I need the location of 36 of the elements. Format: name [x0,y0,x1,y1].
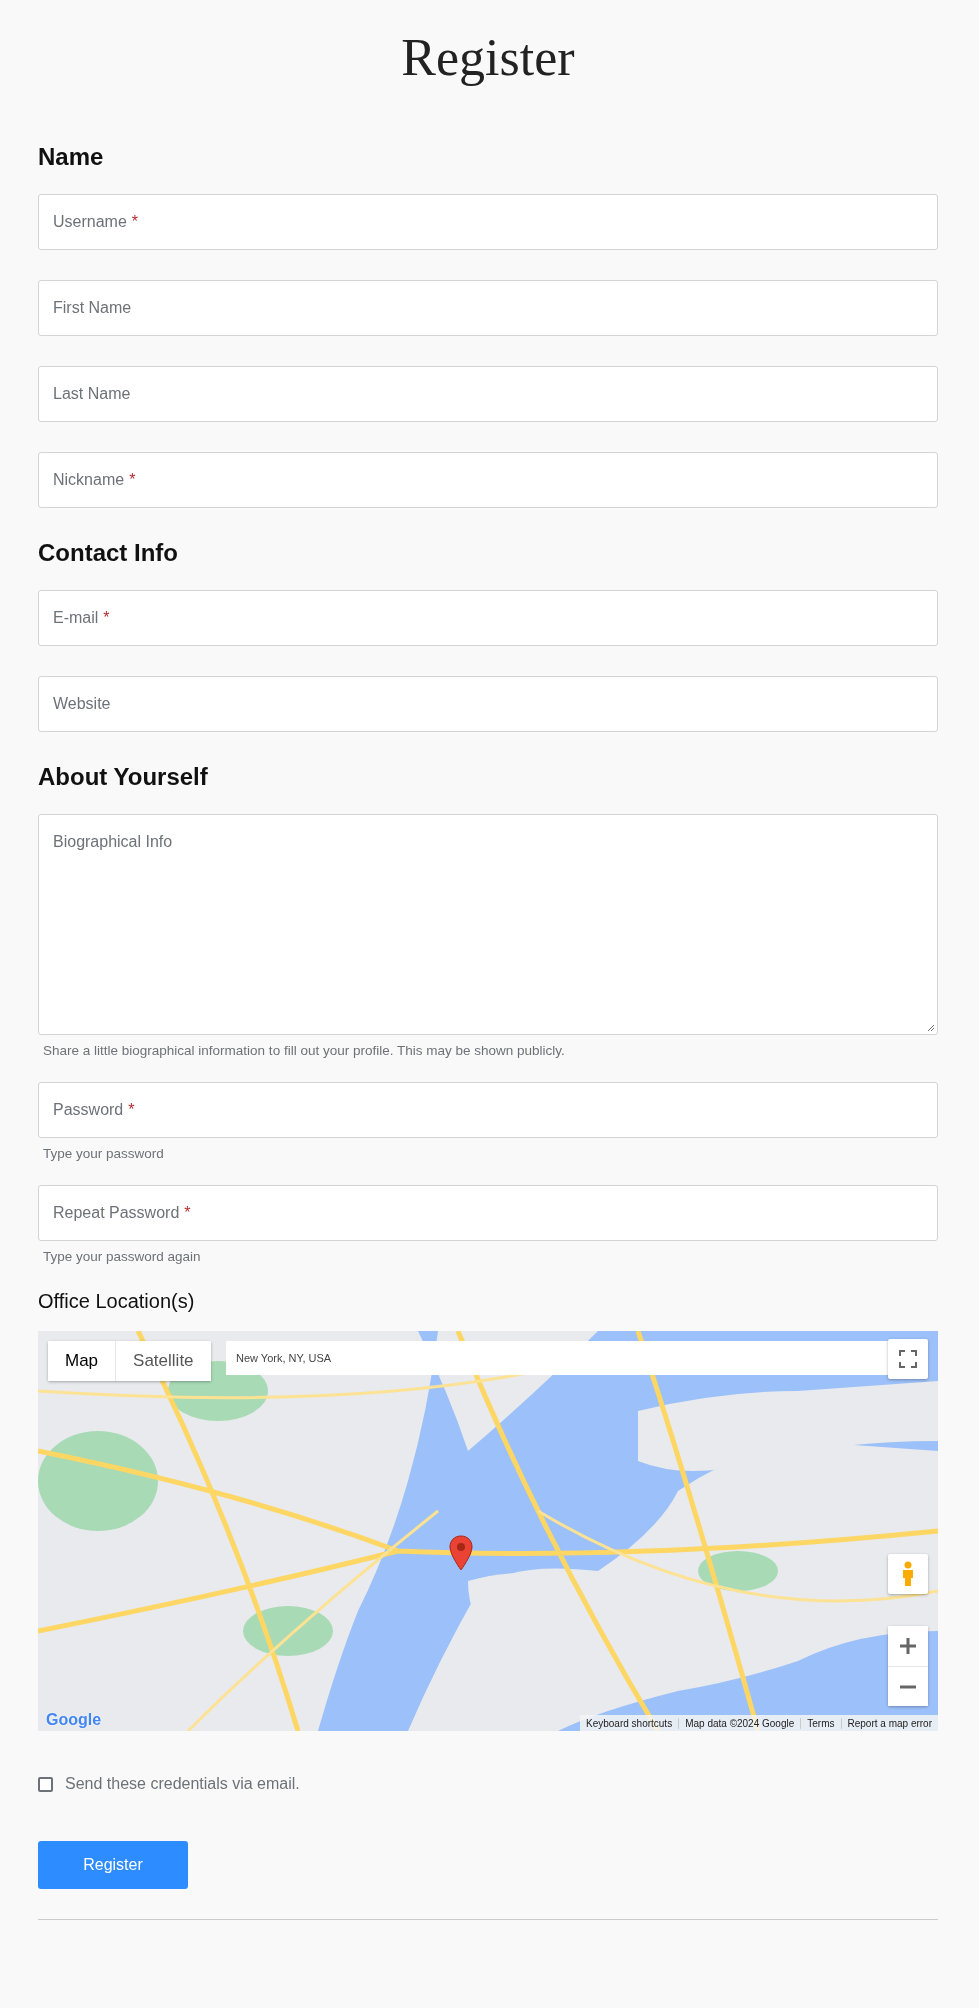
page-title: Register [400,28,576,88]
section-heading: Name [38,142,105,172]
plus-icon [899,1637,917,1655]
text-field[interactable]: Username * [38,194,938,250]
checkbox[interactable] [38,1776,53,1792]
section-heading: Contact Info [38,538,179,568]
text-field[interactable]: First Name [38,280,938,336]
map-logo: Google [46,1711,102,1729]
person-icon [901,1561,915,1587]
map-label: Office Location(s) [38,1290,196,1313]
map-pin-icon[interactable] [449,1535,473,1571]
text-field[interactable]: E-mail * [38,590,938,646]
map-type-tab[interactable]: Map [48,1341,116,1381]
map-footer-link[interactable]: Terms [800,1717,841,1729]
text-field[interactable]: Password * [38,1082,938,1138]
text-field[interactable]: Nickname * [38,452,938,508]
map-type-tab[interactable]: Satellite [115,1341,211,1381]
text-field[interactable]: Website [38,676,938,732]
map-footer-link[interactable]: Keyboard shortcuts [580,1717,679,1729]
fullscreen-button[interactable] [888,1339,928,1379]
field-hint: Type your password again [43,1249,202,1264]
register-button[interactable]: Register [38,1841,188,1889]
map-footer-link[interactable]: Map data ©2024 Google [678,1717,801,1729]
fullscreen-icon [899,1350,917,1368]
minus-icon [899,1684,917,1689]
zoom-in-button[interactable] [888,1626,928,1666]
resize-grip-icon[interactable] [927,1024,935,1032]
checkbox-label: Send these credentials via email. [65,1775,300,1793]
map-footer-link[interactable]: Report a map error [840,1717,938,1729]
map-search-field[interactable]: New York, NY, USA [226,1341,888,1375]
text-area[interactable]: Biographical Info [38,814,938,1035]
text-field[interactable]: Last Name [38,366,938,422]
text-field[interactable]: Repeat Password * [38,1185,938,1241]
field-hint: Type your password [43,1146,165,1161]
field-hint: Share a little biographical information to fill out your profile. This may be shown publicly. [43,1043,566,1058]
section-heading: About Yourself [38,762,209,792]
